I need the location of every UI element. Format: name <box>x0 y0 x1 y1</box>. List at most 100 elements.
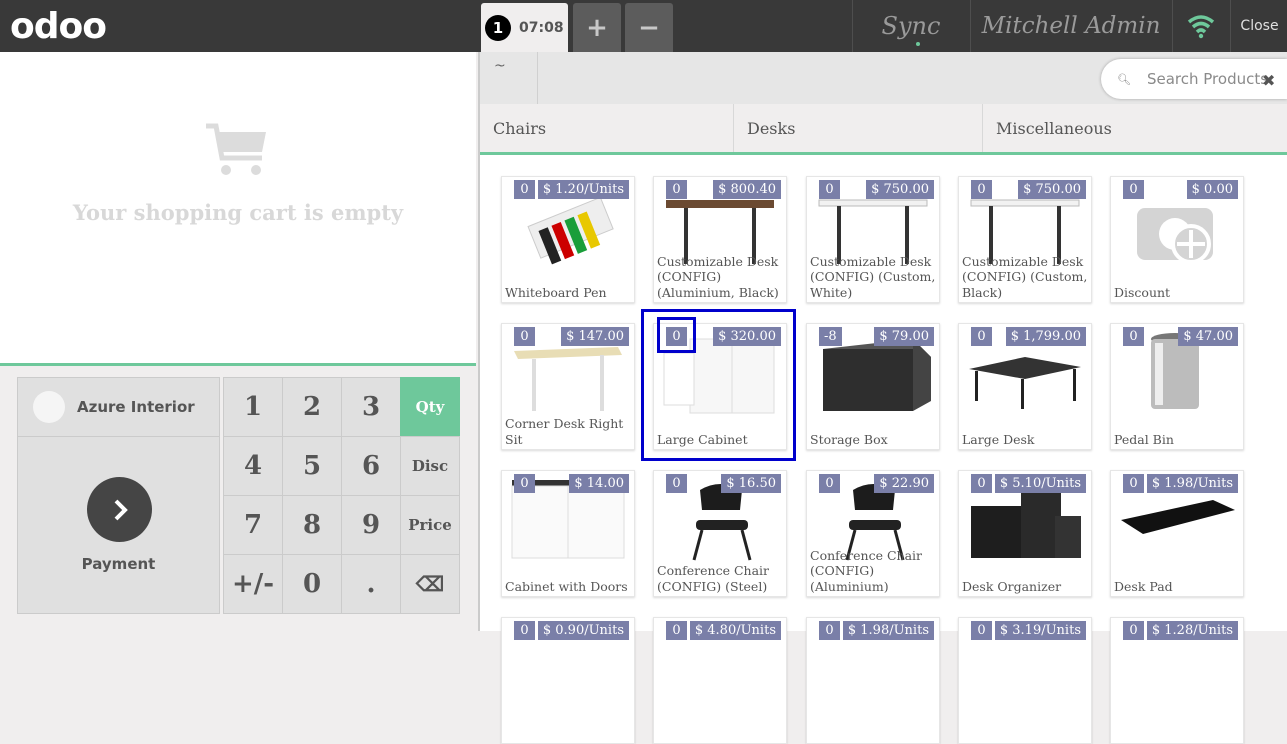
product-qty-badge: 0 <box>514 327 535 346</box>
product-card[interactable]: 0 $ 750.00 Customizable Desk (CONFIG) (Cus… <box>806 176 940 303</box>
numpad-key-dot[interactable]: . <box>341 554 401 614</box>
product-card[interactable]: 0 $ 1.98/Units <box>806 617 940 744</box>
product-price-tag: $ 22.90 <box>874 474 934 493</box>
product-card[interactable]: 0 $ 1.28/Units <box>1110 617 1244 744</box>
payment-arrow-icon <box>87 477 152 542</box>
cashier-name[interactable]: Mitchell Admin <box>970 0 1172 52</box>
product-qty-badge: 0 <box>819 180 840 199</box>
customer-name: Azure Interior <box>77 398 195 416</box>
product-card[interactable]: 0 $ 750.00 Customizable Desk (CONFIG) (Cus… <box>958 176 1092 303</box>
product-price-tag: $ 1,799.00 <box>1005 327 1086 346</box>
product-card[interactable]: 0 $ 5.10/Units Desk Organizer <box>958 470 1092 597</box>
customer-avatar <box>33 391 65 423</box>
product-price-tag: $ 79.00 <box>874 327 934 346</box>
order-number-badge: 1 <box>485 14 511 41</box>
product-price-tag: $ 47.00 <box>1178 327 1238 346</box>
category-desks[interactable]: Desks <box>734 104 983 152</box>
product-price-tag: $ 0.00 <box>1186 180 1238 199</box>
payment-button[interactable]: Payment <box>17 436 220 614</box>
product-price-tag: $ 5.10/Units <box>994 474 1086 493</box>
product-price-tag: $ 1.98/Units <box>1146 474 1238 493</box>
header-separator <box>1172 0 1173 52</box>
search-input[interactable]: Search Products <box>1147 70 1268 88</box>
search-box[interactable]: 🔍︎ Search Products <box>1101 59 1287 99</box>
product-qty-badge: 0 <box>971 474 992 493</box>
product-card[interactable]: 0 $ 47.00 Pedal Bin <box>1110 323 1244 450</box>
product-name: Whiteboard Pen <box>505 284 607 300</box>
product-name: Discount <box>1114 284 1171 300</box>
product-name: Desk Pad <box>1114 578 1173 594</box>
product-card[interactable]: 0 $ 1.20/Units Whiteboard Pen <box>501 176 635 303</box>
product-price-tag: $ 750.00 <box>1018 180 1086 199</box>
payment-label: Payment <box>81 555 156 573</box>
close-button[interactable]: Close <box>1232 0 1287 52</box>
product-card[interactable]: 0 $ 1.98/Units Desk Pad <box>1110 470 1244 597</box>
product-name: Conference Chair (CONFIG) (Aluminium) <box>810 547 922 594</box>
order-tab[interactable]: 1 07:08 <box>481 3 568 52</box>
product-card[interactable]: 0 $ 147.00 Corner Desk Right Sit <box>501 323 635 450</box>
product-price-tag: $ 800.40 <box>713 180 781 199</box>
product-price-tag: $ 147.00 <box>561 327 629 346</box>
product-name: Large Desk <box>962 431 1035 447</box>
product-card[interactable]: 0 $ 22.90 Conference Chair (CONFIG) (Alumi… <box>806 470 940 597</box>
new-order-button[interactable]: + <box>573 3 621 52</box>
sync-status[interactable]: Sync <box>852 0 970 52</box>
product-name: Pedal Bin <box>1114 431 1174 447</box>
product-qty-badge: -8 <box>819 327 842 346</box>
numpad-key-7[interactable]: 7 <box>223 495 283 555</box>
product-card[interactable]: 0 $ 4.80/Units <box>653 617 787 744</box>
product-card[interactable]: 0 $ 0.00 Discount <box>1110 176 1244 303</box>
numpad-key-4[interactable]: 4 <box>223 436 283 496</box>
numpad-key-8[interactable]: 8 <box>282 495 342 555</box>
product-price-tag: $ 750.00 <box>866 180 934 199</box>
numpad-key-0[interactable]: 0 <box>282 554 342 614</box>
numpad-key-sign[interactable]: +/- <box>223 554 283 614</box>
empty-cart-message: Your shopping cart is empty <box>72 200 404 225</box>
product-price-tag: $ 16.50 <box>721 474 781 493</box>
category-chairs[interactable]: Chairs <box>480 104 734 152</box>
product-card[interactable]: 0 $ 800.40 Customizable Desk (CONFIG) (Alu… <box>653 176 787 303</box>
breadcrumb-home[interactable]: ~ <box>480 52 538 104</box>
mode-qty-button[interactable]: Qty <box>400 377 460 437</box>
category-miscellaneous[interactable]: Miscellaneous <box>983 104 1287 152</box>
product-name: Corner Desk Right Sit <box>505 416 624 447</box>
order-cart: Your shopping cart is empty <box>0 52 476 366</box>
wifi-icon <box>1187 15 1215 39</box>
search-icon: 🔍︎ <box>1117 72 1131 86</box>
odoo-logo: odoo <box>10 6 107 47</box>
numpad-key-9[interactable]: 9 <box>341 495 401 555</box>
numpad-key-1[interactable]: 1 <box>223 377 283 437</box>
product-card[interactable]: 0 $ 16.50 Conference Chair (CONFIG) (Steel… <box>653 470 787 597</box>
product-qty-badge: 0 <box>1123 327 1144 346</box>
mode-disc-button[interactable]: Disc <box>400 436 460 496</box>
numpad-key-3[interactable]: 3 <box>341 377 401 437</box>
product-qty-badge: 0 <box>971 327 992 346</box>
product-card[interactable]: -8 $ 79.00 Storage Box <box>806 323 940 450</box>
numpad-key-2[interactable]: 2 <box>282 377 342 437</box>
product-name: Storage Box <box>810 431 888 447</box>
mode-price-button[interactable]: Price <box>400 495 460 555</box>
product-qty-badge: 0 <box>514 474 535 493</box>
product-card[interactable]: 0 $ 0.90/Units <box>501 617 635 744</box>
clear-search-icon[interactable]: ✖ <box>1262 71 1275 90</box>
delete-order-button[interactable]: − <box>625 3 673 52</box>
product-qty-badge: 0 <box>666 180 687 199</box>
product-card[interactable]: 0 $ 3.19/Units <box>958 617 1092 744</box>
product-card[interactable]: 0 $ 1,799.00 Large Desk <box>958 323 1092 450</box>
sync-dot-icon <box>916 42 920 46</box>
customer-button[interactable]: Azure Interior <box>17 377 220 437</box>
backspace-icon[interactable]: ⌫ <box>400 554 460 614</box>
header-separator <box>1230 0 1231 52</box>
product-qty-badge: 0 <box>971 180 992 199</box>
product-name: Cabinet with Doors <box>505 578 628 594</box>
product-qty-badge: 0 <box>1123 180 1144 199</box>
product-name: Customizable Desk (CONFIG) (Aluminium, B… <box>657 253 779 300</box>
product-qty-badge: 0 <box>819 474 840 493</box>
product-name: Conference Chair (CONFIG) (Steel) <box>657 563 769 594</box>
product-qty-badge: 0 <box>1123 474 1144 493</box>
product-name: Customizable Desk (CONFIG) (Custom, Whit… <box>810 253 936 300</box>
numpad-key-6[interactable]: 6 <box>341 436 401 496</box>
product-price-tag: $ 1.20/Units <box>537 180 629 199</box>
product-card[interactable]: 0 $ 14.00 Cabinet with Doors <box>501 470 635 597</box>
numpad-key-5[interactable]: 5 <box>282 436 342 496</box>
